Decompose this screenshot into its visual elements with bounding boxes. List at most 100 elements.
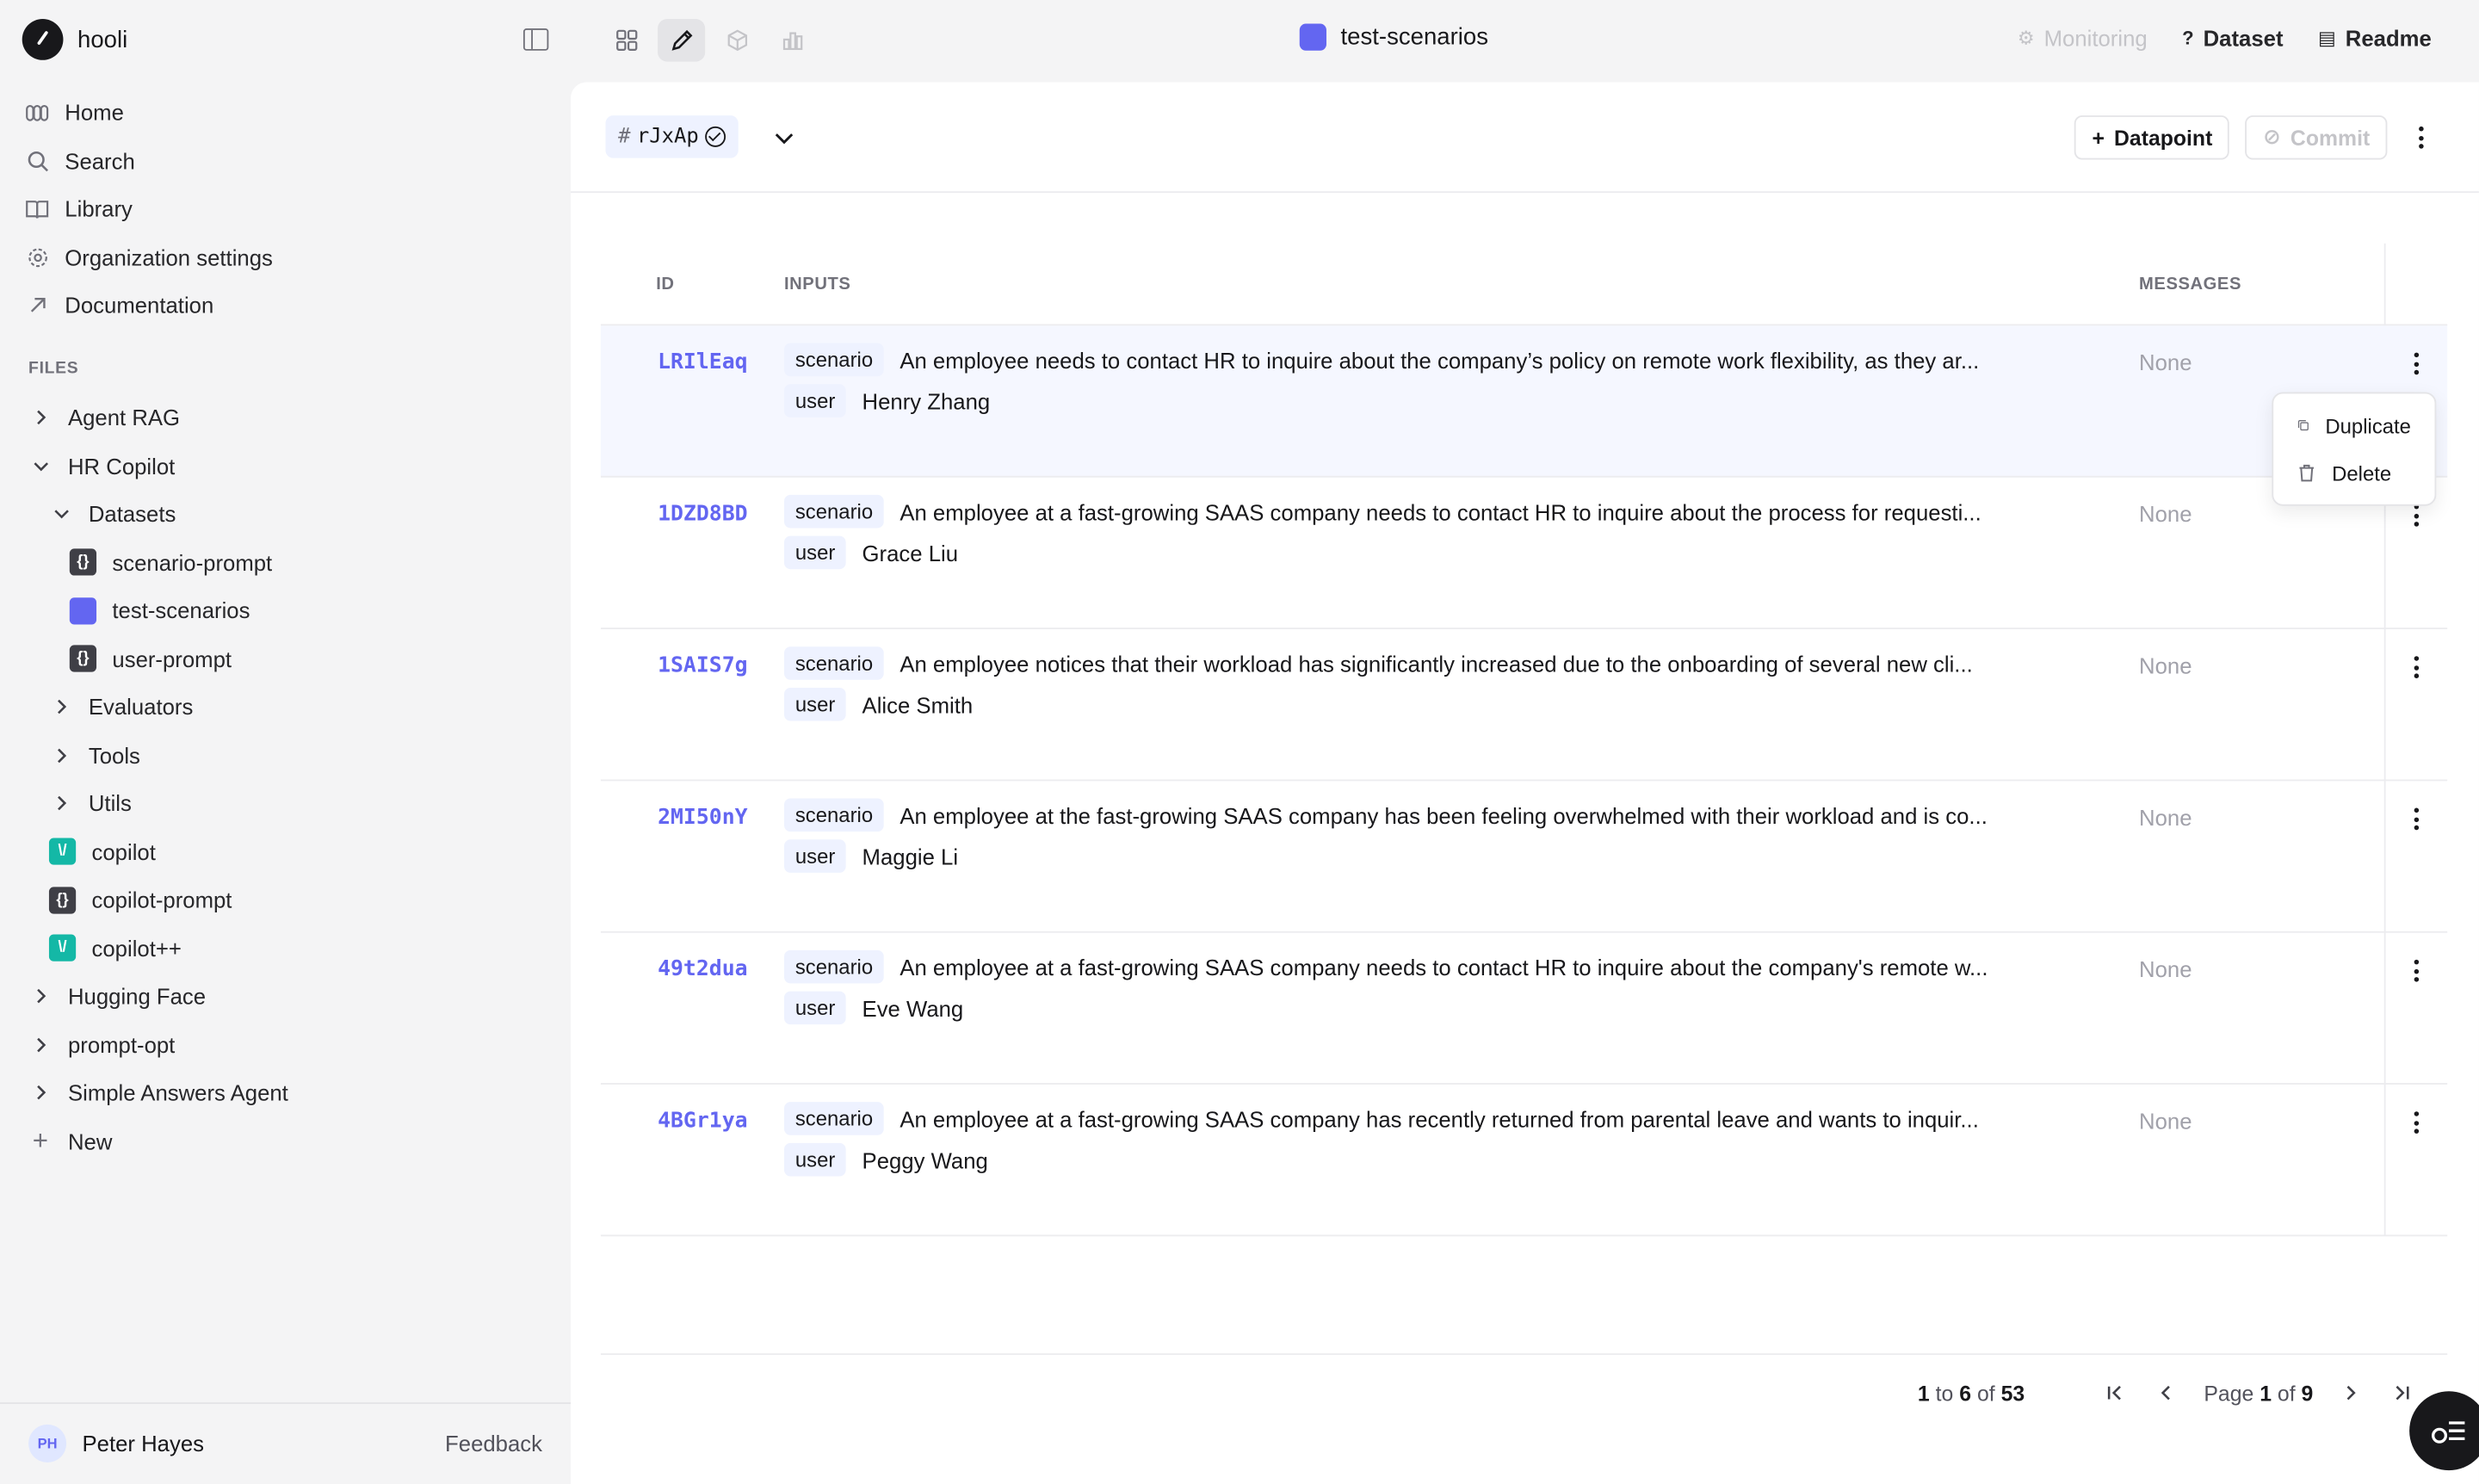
tree-file-test-scenarios[interactable]: test-scenarios [28,586,550,634]
table-row[interactable]: 2MI50nY scenario An employee at the fast-… [600,781,2448,933]
tree-file-copilot-plus-plus[interactable]: \/ copilot++ [28,924,550,973]
nav-item-library[interactable]: Library [25,185,273,233]
page-indicator: Page 1 of 9 [2204,1381,2313,1405]
messages-value: None [2139,652,2192,678]
feedback-button[interactable]: Feedback [445,1431,542,1456]
total-pages: 9 [2301,1381,2314,1405]
row-id[interactable]: 1SAIS7g [658,653,748,678]
cube-icon[interactable] [713,19,760,62]
row-more-options-icon[interactable] [2398,1105,2433,1140]
tree-folder-hugging-face[interactable]: Hugging Face [28,973,550,1021]
chevron-right-icon[interactable] [28,1033,53,1057]
chevron-right-icon[interactable] [28,1081,53,1105]
new-file-button[interactable]: + New [28,1117,550,1166]
tree-label: Utils [88,790,132,817]
delete-menu-item[interactable]: Delete [2281,449,2426,497]
commit-button[interactable]: ⊘ Commit [2245,115,2388,160]
messages-value: None [2139,804,2192,831]
chevron-down-icon[interactable] [771,125,796,150]
row-more-options-icon[interactable] [2398,650,2433,684]
row-id[interactable]: 2MI50nY [658,805,748,830]
sidebar: hooli Home Search Library Organization s… [0,0,572,1484]
row-more-options-icon[interactable] [2398,954,2433,988]
datapoint-label: Datapoint [2114,126,2213,150]
chevron-right-icon[interactable] [49,792,73,816]
workspace-switcher[interactable]: hooli [22,19,127,60]
more-options-icon[interactable] [2403,115,2438,159]
row-id[interactable]: 49t2dua [658,956,748,981]
chevron-down-icon[interactable] [49,503,73,527]
plus-icon: + [32,1125,48,1156]
tree-folder-utils[interactable]: Utils [28,779,550,827]
avatar[interactable]: PH [28,1424,67,1462]
tree-label: Tools [88,742,140,769]
next-page-icon[interactable] [2339,1380,2364,1405]
nav-item-home[interactable]: Home [25,89,273,137]
row-id[interactable]: 4BGr1ya [658,1109,748,1134]
tree-label: test-scenarios [112,597,250,624]
collapse-sidebar-icon[interactable] [522,28,549,51]
monitoring-tab[interactable]: ⚙ Monitoring [2018,25,2148,50]
column-header-inputs[interactable]: INPUTS [784,275,850,294]
version-id: rJxAp [636,125,699,149]
tree-file-user-prompt[interactable]: {} user-prompt [28,634,550,683]
tree-label: Evaluators [88,694,194,720]
tree-label: Simple Answers Agent [67,1079,288,1106]
chevron-right-icon[interactable] [28,406,53,430]
datapoints-table: ID INPUTS MESSAGES LRIlEaq scenario An em… [600,243,2448,1237]
table-row[interactable]: 4BGr1ya scenario An employee at a fast-gr… [600,1085,2448,1237]
scenario-value: An employee at a fast-growing SAAS compa… [899,1105,1979,1132]
chevron-down-icon[interactable] [28,454,53,479]
tree-label: HR Copilot [67,453,176,479]
row-id[interactable]: 1DZD8BD [658,501,748,526]
column-header-id[interactable]: ID [656,275,674,294]
dataset-tab[interactable]: ? Dataset [2182,25,2283,50]
chevron-right-icon[interactable] [28,985,53,1009]
tree-folder-datasets[interactable]: Datasets [28,490,550,538]
tree-folder-prompt-opt[interactable]: prompt-opt [28,1021,550,1069]
tree-file-scenario-prompt[interactable]: {} scenario-prompt [28,538,550,586]
main-panel: # rJxAp + Datapoint ⊘ Commit ID INPUTS M… [571,82,2479,1484]
table-row[interactable]: LRIlEaq scenario An employee needs to con… [600,325,2448,478]
first-page-icon[interactable] [2103,1380,2128,1405]
input-key-tag: scenario [784,1102,884,1135]
version-selector[interactable]: # rJxAp [605,115,739,158]
nav-item-documentation[interactable]: Documentation [25,281,273,330]
chevron-right-icon[interactable] [49,696,73,720]
input-key-tag: scenario [784,949,884,984]
row-id[interactable]: LRIlEaq [658,349,748,374]
agent-file-icon: \/ [48,838,77,866]
header-actions: + Datapoint ⊘ Commit [2074,115,2438,160]
input-key-tag: user [784,1142,847,1177]
table-row[interactable]: 49t2dua scenario An employee at a fast-gr… [600,933,2448,1085]
pencil-icon[interactable] [658,19,706,62]
table-row[interactable]: 1DZD8BD scenario An employee at a fast-gr… [600,478,2448,630]
column-header-messages[interactable]: MESSAGES [2139,275,2241,294]
grid-view-icon[interactable] [603,19,650,62]
bar-chart-icon[interactable] [769,19,816,62]
tree-folder-evaluators[interactable]: Evaluators [28,683,550,731]
add-datapoint-button[interactable]: + Datapoint [2074,115,2230,160]
tree-folder-simple-answers-agent[interactable]: Simple Answers Agent [28,1069,550,1117]
row-more-options-icon[interactable] [2398,346,2433,380]
tree-file-copilot-prompt[interactable]: {} copilot-prompt [28,876,550,924]
table-row[interactable]: 1SAIS7g scenario An employee notices that… [600,629,2448,782]
tree-folder-agent-rag[interactable]: Agent RAG [28,393,550,442]
chevron-right-icon[interactable] [49,744,73,768]
previous-page-icon[interactable] [2154,1380,2179,1405]
user-name[interactable]: Peter Hayes [83,1431,446,1456]
tree-file-copilot[interactable]: \/ copilot [28,828,550,876]
nav-item-organization-settings[interactable]: Organization settings [25,233,273,281]
nav-item-search[interactable]: Search [25,137,273,185]
readme-tab[interactable]: ▤ Readme [2318,25,2432,50]
last-page-icon[interactable] [2389,1380,2414,1405]
scenario-value: An employee needs to contact HR to inqui… [899,347,1980,373]
row-more-options-icon[interactable] [2398,801,2433,836]
panel-header: # rJxAp + Datapoint ⊘ Commit [571,83,2479,194]
scenario-value: An employee at a fast-growing SAAS compa… [899,954,1988,980]
assistant-fab-icon[interactable] [2409,1391,2479,1471]
tree-folder-tools[interactable]: Tools [28,731,550,779]
tree-folder-hr-copilot[interactable]: HR Copilot [28,442,550,490]
delete-label: Delete [2332,461,2392,485]
duplicate-menu-item[interactable]: Duplicate [2281,402,2426,449]
